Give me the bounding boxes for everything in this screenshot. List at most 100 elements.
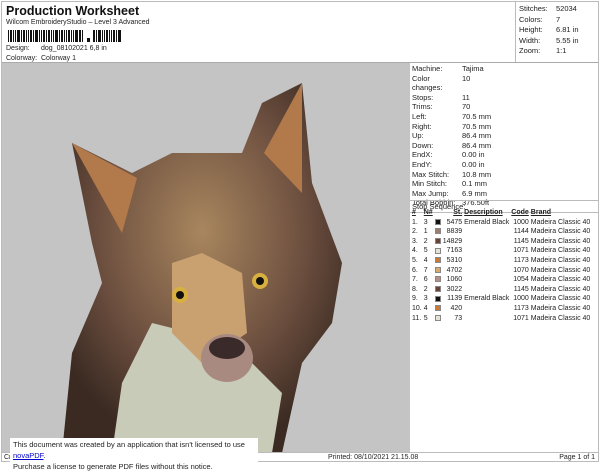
stitch-count: 7163 — [446, 247, 463, 255]
info-label: Max Stitch: — [412, 169, 450, 179]
info-label: EndX: — [412, 150, 433, 160]
barcode-bar — [106, 30, 108, 42]
info-value: 10.8 mm — [462, 169, 492, 179]
notice-period: . — [43, 451, 46, 460]
stitch-count: 14829 — [442, 237, 463, 245]
needle-number: 6 — [423, 276, 428, 284]
barcode-bar — [68, 30, 70, 42]
software-name: Wilcom EmbroideryStudio – Level 3 Advanc… — [6, 19, 150, 26]
color-swatch — [434, 285, 441, 292]
needle-number: 7 — [423, 266, 428, 274]
column-header: Description — [464, 209, 503, 216]
info-label: Color changes: — [412, 73, 443, 93]
stat-value: 52034 — [556, 4, 577, 13]
barcode-bar — [87, 38, 90, 42]
stat-row: Zoom: 1:1 — [519, 46, 595, 57]
stat-value: 1:1 — [556, 46, 567, 55]
color-swatch — [434, 218, 441, 225]
info-value: 0.00 in — [462, 159, 485, 169]
barcode-bar — [82, 30, 83, 42]
barcode-bar — [26, 30, 27, 42]
needle-number: 3 — [423, 218, 428, 226]
barcode-bar — [96, 30, 97, 42]
info-value: 6.9 mm — [462, 188, 488, 198]
info-value: 70 — [462, 102, 471, 112]
notice-text: This document was created by an applicat… — [13, 440, 245, 449]
barcode-bar — [35, 30, 38, 42]
color-swatch — [434, 266, 441, 273]
thread-brand: Madeira Classic 40 — [530, 228, 591, 236]
description — [463, 285, 510, 295]
info-row: Color changes: 10 — [412, 74, 596, 93]
color-swatch — [434, 314, 441, 321]
swatch-cell — [434, 246, 442, 256]
thread-code: 1173 — [513, 304, 529, 312]
needle-number: 2 — [423, 285, 428, 293]
barcode-bar — [41, 30, 42, 42]
barcode-bar — [64, 30, 65, 42]
barcode-bar — [118, 30, 121, 42]
barcode-bar — [102, 30, 103, 42]
stop-sequence-table: # N# St. Description Code Brand 1. 3 5475 Emeral… — [411, 208, 591, 323]
description — [463, 314, 510, 324]
barcode-bar — [116, 30, 117, 42]
info-value: 70.5 mm — [462, 121, 492, 131]
info-label: Up: — [412, 131, 424, 141]
barcode-bar — [73, 30, 74, 42]
stop-number: 4. — [412, 247, 418, 255]
color-swatch — [434, 257, 441, 264]
table-row: 5. 4 5310 1173 Madeira Classic 40 — [411, 256, 591, 266]
info-row: Machine: Tajima — [412, 64, 596, 74]
info-row: Down: 86.4 mm — [412, 141, 596, 151]
stat-row: Height: 6.81 in — [519, 25, 595, 36]
info-label: Trims: — [412, 102, 433, 112]
stop-number: 11. — [412, 314, 422, 322]
description — [463, 266, 510, 276]
stitch-count: 3022 — [446, 285, 463, 293]
thread-brand: Madeira Classic 40 — [530, 276, 591, 284]
table-row: 6. 7 4702 1070 Madeira Classic 40 — [411, 266, 591, 276]
info-label: Min Stitch: — [412, 179, 448, 189]
license-notice: This document was created by an applicat… — [10, 438, 258, 471]
thread-brand: Madeira Classic 40 — [530, 295, 591, 303]
swatch-cell — [434, 285, 442, 295]
barcode-bar — [79, 30, 81, 42]
barcode-bar — [109, 30, 110, 42]
needle-number: 5 — [423, 314, 428, 322]
info-label: EndY: — [412, 159, 433, 169]
color-swatch — [434, 295, 441, 302]
needle-number: 3 — [423, 295, 428, 303]
barcode-bar — [28, 30, 29, 42]
thread-brand: Madeira Classic 40 — [530, 237, 591, 245]
info-row: Right: 70.5 mm — [412, 122, 596, 132]
stat-label: Height: — [519, 25, 543, 34]
stat-value: 6.81 in — [556, 25, 579, 34]
barcode-bar — [61, 30, 63, 42]
thread-brand: Madeira Classic 40 — [530, 285, 591, 293]
barcode-bar — [51, 30, 52, 42]
column-header: # — [412, 209, 416, 216]
color-swatch — [434, 237, 441, 244]
stitch-count: 5475 — [446, 218, 463, 226]
table-row: 7. 6 1060 1054 Madeira Classic 40 — [411, 275, 591, 285]
column-header: St. — [453, 209, 463, 216]
barcode-bar — [46, 30, 47, 42]
thread-code: 1145 — [513, 237, 529, 245]
thread-brand: Madeira Classic 40 — [530, 256, 591, 264]
description — [463, 304, 510, 314]
info-row: Max Jump: 6.9 mm — [412, 189, 596, 199]
novapdf-link[interactable]: novaPDF — [13, 451, 43, 460]
stitch-count: 1060 — [446, 276, 463, 284]
barcode-bar — [98, 30, 101, 42]
barcode-bar — [17, 30, 20, 42]
barcode-bar — [75, 30, 78, 42]
info-value: 86.4 mm — [462, 131, 492, 141]
thread-code: 1145 — [513, 285, 529, 293]
color-swatch — [434, 276, 441, 283]
barcode-bar — [23, 30, 25, 42]
printed-date: Printed: 08/10/2021 21.15.08 — [328, 454, 419, 461]
stop-number: 6. — [412, 266, 418, 274]
stitch-count: 73 — [454, 314, 463, 322]
design-label: Design: — [6, 45, 30, 52]
dog-embroidery-image — [62, 83, 342, 452]
